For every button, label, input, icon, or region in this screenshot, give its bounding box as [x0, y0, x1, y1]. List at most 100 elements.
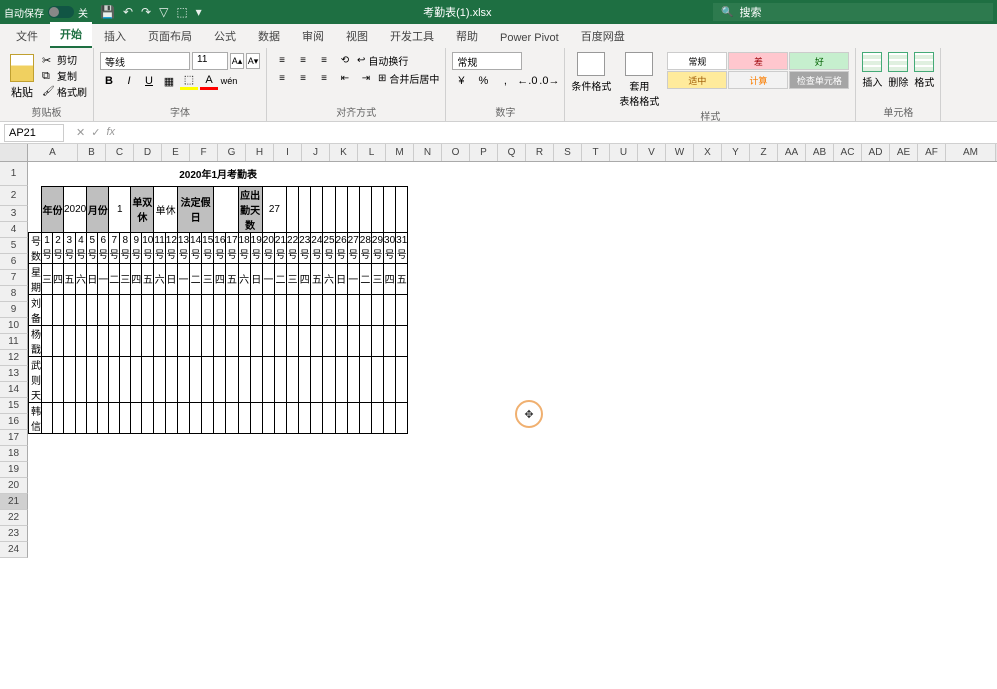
att-0-29[interactable]	[384, 294, 396, 325]
att-3-6[interactable]	[109, 402, 120, 433]
att-3-2[interactable]	[64, 402, 76, 433]
column-header-AD[interactable]: AD	[862, 144, 890, 161]
format-cells-button[interactable]: 格式	[914, 52, 934, 89]
percent-icon[interactable]: %	[474, 72, 492, 90]
att-2-29[interactable]	[384, 356, 396, 402]
att-0-15[interactable]	[214, 294, 226, 325]
select-all-button[interactable]	[0, 144, 28, 161]
name-1[interactable]: 杨戬	[29, 325, 42, 356]
att-0-13[interactable]	[190, 294, 202, 325]
att-2-9[interactable]	[142, 356, 154, 402]
indent-increase-icon[interactable]: ⇥	[357, 70, 375, 86]
tab-百度网盘[interactable]: 百度网盘	[571, 24, 635, 48]
day-27[interactable]: 27号	[347, 232, 359, 263]
att-3-22[interactable]	[299, 402, 311, 433]
att-2-21[interactable]	[287, 356, 299, 402]
cell-styles-gallery[interactable]: 常规 差 好 适中 计算 检查单元格	[667, 52, 849, 89]
weekday-20[interactable]: 一	[262, 263, 274, 294]
cell-r2-6[interactable]	[359, 186, 371, 232]
sort-icon[interactable]: ⬚	[176, 5, 187, 19]
att-2-30[interactable]	[396, 356, 408, 402]
column-header-T[interactable]: T	[582, 144, 610, 161]
att-0-2[interactable]	[64, 294, 76, 325]
att-1-17[interactable]	[238, 325, 250, 356]
weekday-5[interactable]: 日	[87, 263, 98, 294]
day-29[interactable]: 29号	[371, 232, 383, 263]
tab-文件[interactable]: 文件	[6, 24, 48, 48]
cut-button[interactable]: 剪切	[42, 52, 87, 67]
fill-color-button[interactable]: ⬚	[180, 72, 198, 90]
row-header-13[interactable]: 13	[0, 366, 28, 382]
att-0-18[interactable]	[250, 294, 262, 325]
decrease-decimal-icon[interactable]: .0→	[540, 72, 558, 90]
att-3-1[interactable]	[53, 402, 64, 433]
cell-A2[interactable]	[29, 186, 42, 232]
decrease-font-icon[interactable]: A▾	[246, 53, 260, 69]
day-20[interactable]: 20号	[262, 232, 274, 263]
att-3-11[interactable]	[165, 402, 177, 433]
day-6[interactable]: 6号	[98, 232, 109, 263]
column-header-AC[interactable]: AC	[834, 144, 862, 161]
att-3-24[interactable]	[323, 402, 335, 433]
att-2-2[interactable]	[64, 356, 76, 402]
cell-r2-2[interactable]	[311, 186, 323, 232]
att-1-1[interactable]	[53, 325, 64, 356]
day-24[interactable]: 24号	[311, 232, 323, 263]
day-19[interactable]: 19号	[250, 232, 262, 263]
att-3-10[interactable]	[154, 402, 165, 433]
month-value[interactable]: 1	[109, 186, 131, 232]
formula-input[interactable]	[123, 131, 997, 135]
att-2-15[interactable]	[214, 356, 226, 402]
att-1-15[interactable]	[214, 325, 226, 356]
style-normal[interactable]: 常规	[667, 52, 727, 70]
day-22[interactable]: 22号	[287, 232, 299, 263]
att-2-10[interactable]	[154, 356, 165, 402]
day-15[interactable]: 15号	[202, 232, 214, 263]
column-header-P[interactable]: P	[470, 144, 498, 161]
name-0[interactable]: 刘备	[29, 294, 42, 325]
rest-label[interactable]: 单双休	[131, 186, 154, 232]
sheet-title[interactable]: 2020年1月考勤表	[29, 162, 408, 186]
align-top-icon[interactable]: ≡	[273, 52, 291, 68]
row-header-6[interactable]: 6	[0, 254, 28, 270]
att-0-23[interactable]	[311, 294, 323, 325]
att-1-14[interactable]	[202, 325, 214, 356]
row-header-7[interactable]: 7	[0, 270, 28, 286]
font-name-select[interactable]: 等线	[100, 52, 190, 70]
att-1-29[interactable]	[384, 325, 396, 356]
day-25[interactable]: 25号	[323, 232, 335, 263]
att-0-24[interactable]	[323, 294, 335, 325]
att-2-3[interactable]	[75, 356, 87, 402]
att-2-22[interactable]	[299, 356, 311, 402]
column-header-R[interactable]: R	[526, 144, 554, 161]
day-4[interactable]: 4号	[75, 232, 87, 263]
att-0-14[interactable]	[202, 294, 214, 325]
tab-公式[interactable]: 公式	[204, 24, 246, 48]
att-3-3[interactable]	[75, 402, 87, 433]
attend-value[interactable]: 27	[262, 186, 286, 232]
weekday-24[interactable]: 五	[311, 263, 323, 294]
att-2-17[interactable]	[238, 356, 250, 402]
att-2-8[interactable]	[131, 356, 142, 402]
row-header-8[interactable]: 8	[0, 286, 28, 302]
column-header-Z[interactable]: Z	[750, 144, 778, 161]
currency-icon[interactable]: ¥	[452, 72, 470, 90]
cell-r2-5[interactable]	[347, 186, 359, 232]
day-18[interactable]: 18号	[238, 232, 250, 263]
align-center-icon[interactable]: ≡	[294, 70, 312, 86]
day-23[interactable]: 23号	[299, 232, 311, 263]
att-0-22[interactable]	[299, 294, 311, 325]
att-2-13[interactable]	[190, 356, 202, 402]
day-3[interactable]: 3号	[64, 232, 76, 263]
row-header-24[interactable]: 24	[0, 542, 28, 558]
att-0-20[interactable]	[274, 294, 286, 325]
comma-icon[interactable]: ,	[496, 72, 514, 90]
orientation-icon[interactable]: ⟲	[336, 52, 354, 68]
row-header-17[interactable]: 17	[0, 430, 28, 446]
column-header-Y[interactable]: Y	[722, 144, 750, 161]
day-13[interactable]: 13号	[177, 232, 189, 263]
weekday-12[interactable]: 日	[165, 263, 177, 294]
tab-帮助[interactable]: 帮助	[446, 24, 488, 48]
weekday-7[interactable]: 二	[109, 263, 120, 294]
att-3-15[interactable]	[214, 402, 226, 433]
